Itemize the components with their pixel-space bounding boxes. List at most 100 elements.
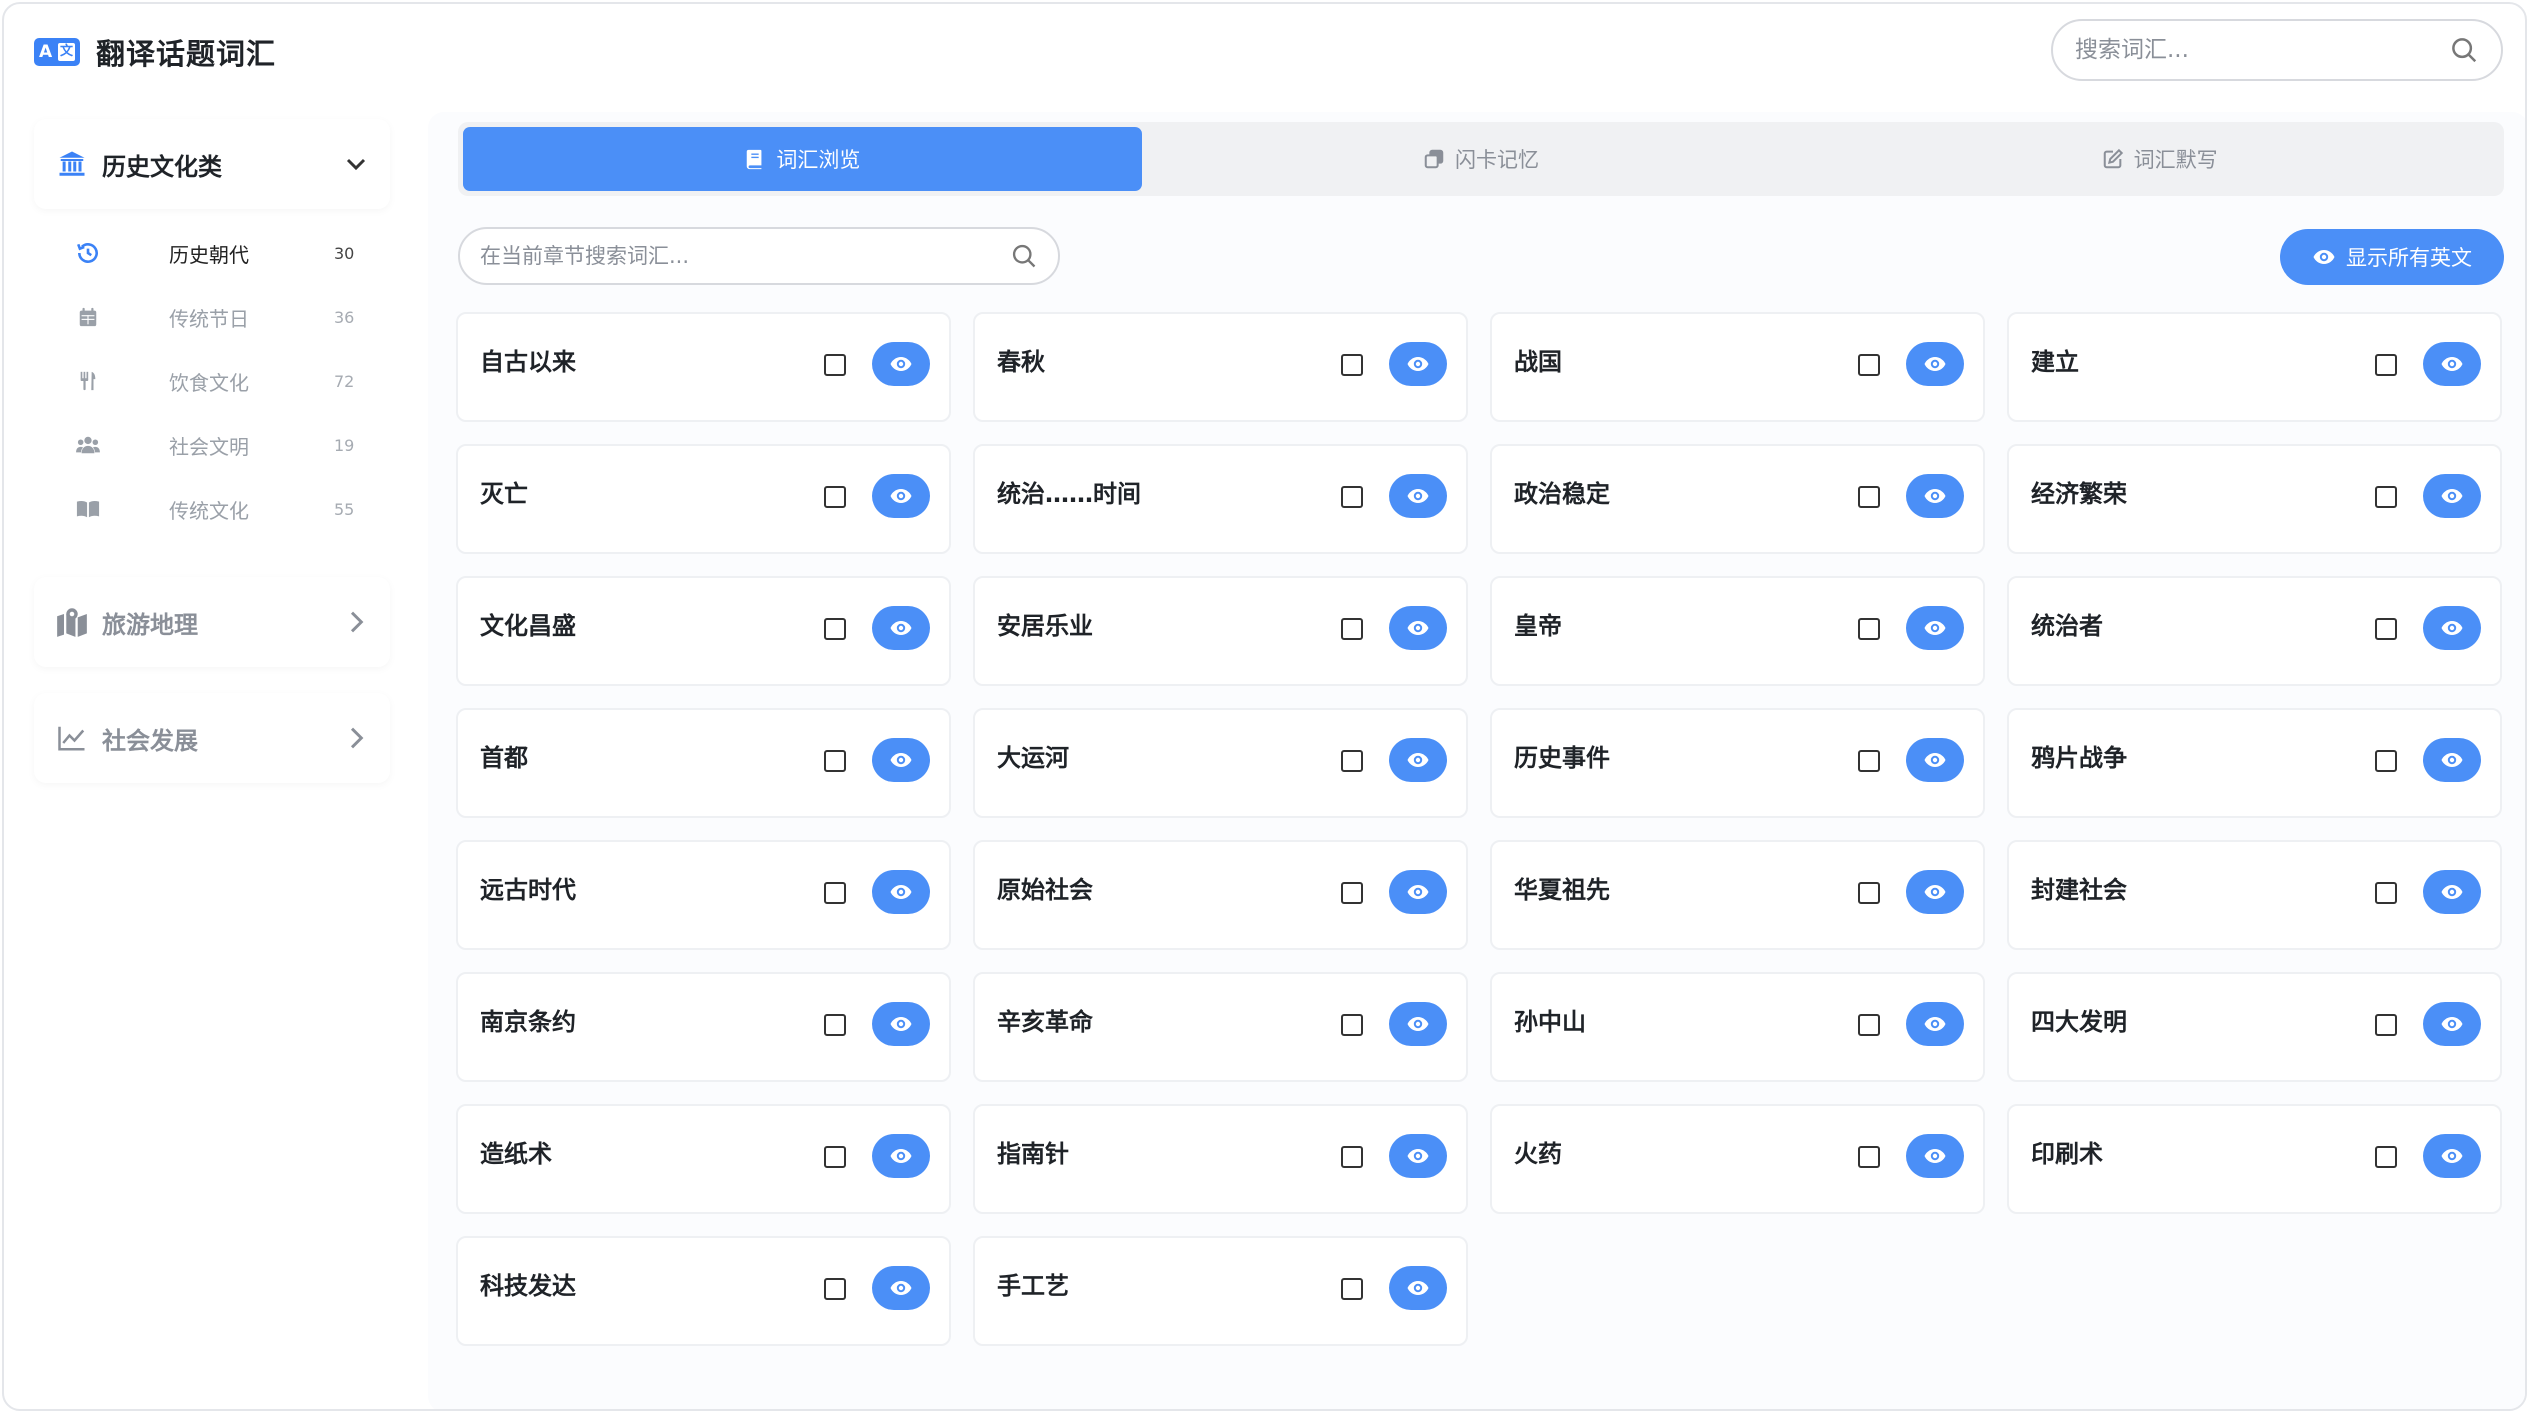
mark-checkbox[interactable] [1341, 1278, 1363, 1300]
section-item-festivals[interactable]: 传统节日 36 [34, 285, 390, 349]
show-english-button[interactable] [1906, 606, 1964, 650]
show-all-english-button[interactable]: 显示所有英文 [2280, 229, 2504, 285]
show-english-button[interactable] [1389, 474, 1447, 518]
word-card: 封建社会 [2007, 840, 2502, 950]
mark-checkbox[interactable] [824, 882, 846, 904]
show-english-button[interactable] [1906, 738, 1964, 782]
cards-icon [1424, 149, 1444, 169]
mark-checkbox[interactable] [824, 354, 846, 376]
mark-checkbox[interactable] [2375, 354, 2397, 376]
word-card-grid: 自古以来 春秋 战国 建立 灭亡 统治……时间 政治稳定 经济繁荣 文化昌盛 安居乐业 皇帝 统治者首… [456, 312, 2506, 1346]
show-english-button[interactable] [2423, 474, 2481, 518]
word-card: 战国 [1490, 312, 1985, 422]
mark-checkbox[interactable] [1341, 354, 1363, 376]
show-english-button[interactable] [2423, 738, 2481, 782]
word-card: 春秋 [973, 312, 1468, 422]
section-count: 30 [334, 243, 355, 263]
mark-checkbox[interactable] [1341, 1014, 1363, 1036]
mark-checkbox[interactable] [2375, 1014, 2397, 1036]
chevron-right-icon[interactable] [340, 606, 372, 638]
show-english-button[interactable] [872, 342, 930, 386]
show-english-button[interactable] [2423, 606, 2481, 650]
tab-dictation[interactable]: 词汇默写 [1820, 127, 2499, 191]
section-item-traditional-culture[interactable]: 传统文化 55 [34, 477, 390, 541]
show-english-button[interactable] [1389, 342, 1447, 386]
mark-checkbox[interactable] [1341, 618, 1363, 640]
category-label: 旅游地理 [102, 610, 198, 639]
eye-icon [890, 621, 912, 635]
show-english-button[interactable] [1906, 1134, 1964, 1178]
mark-checkbox[interactable] [1858, 882, 1880, 904]
sidebar-category-history-culture[interactable]: 历史文化类 [34, 119, 390, 209]
mark-checkbox[interactable] [1858, 750, 1880, 772]
show-english-button[interactable] [2423, 1002, 2481, 1046]
mark-checkbox[interactable] [2375, 486, 2397, 508]
sidebar-category-social-development[interactable]: 社会发展 [34, 693, 390, 783]
word-card: 大运河 [973, 708, 1468, 818]
mark-checkbox[interactable] [1858, 1014, 1880, 1036]
mark-checkbox[interactable] [1341, 1146, 1363, 1168]
mark-checkbox[interactable] [824, 486, 846, 508]
search-icon[interactable] [1010, 242, 1038, 270]
section-item-food[interactable]: 饮食文化 72 [34, 349, 390, 413]
mark-checkbox[interactable] [2375, 618, 2397, 640]
tab-label: 闪卡记忆 [1455, 148, 1539, 172]
mark-checkbox[interactable] [1341, 750, 1363, 772]
chapter-search-box [458, 227, 1060, 285]
chevron-right-icon[interactable] [340, 722, 372, 754]
show-english-button[interactable] [872, 870, 930, 914]
show-english-button[interactable] [1389, 1266, 1447, 1310]
show-english-button[interactable] [1906, 474, 1964, 518]
chapter-search-input[interactable] [480, 244, 1010, 268]
mark-checkbox[interactable] [824, 750, 846, 772]
show-english-button[interactable] [872, 738, 930, 782]
word-card: 灭亡 [456, 444, 951, 554]
mark-checkbox[interactable] [824, 618, 846, 640]
mark-checkbox[interactable] [1341, 882, 1363, 904]
tab-browse[interactable]: 词汇浏览 [463, 127, 1142, 191]
eye-icon [890, 1281, 912, 1295]
show-english-button[interactable] [1389, 870, 1447, 914]
word-text: 统治者 [2031, 612, 2103, 640]
show-english-button[interactable] [1389, 1002, 1447, 1046]
show-english-button[interactable] [1389, 738, 1447, 782]
show-english-button[interactable] [2423, 342, 2481, 386]
global-search-input[interactable] [2075, 37, 2449, 63]
show-english-button[interactable] [1389, 606, 1447, 650]
show-english-button[interactable] [872, 1134, 930, 1178]
section-item-dynasties[interactable]: 历史朝代 30 [34, 221, 390, 285]
word-card: 四大发明 [2007, 972, 2502, 1082]
show-english-button[interactable] [2423, 1134, 2481, 1178]
mark-checkbox[interactable] [1858, 1146, 1880, 1168]
show-english-button[interactable] [872, 1266, 930, 1310]
show-english-button[interactable] [1906, 1002, 1964, 1046]
mark-checkbox[interactable] [2375, 750, 2397, 772]
show-english-button[interactable] [872, 474, 930, 518]
eye-icon [890, 753, 912, 767]
mark-checkbox[interactable] [824, 1146, 846, 1168]
show-english-button[interactable] [2423, 870, 2481, 914]
mark-checkbox[interactable] [824, 1014, 846, 1036]
show-english-button[interactable] [1906, 870, 1964, 914]
app-brand: A 文 翻译话题词汇 [34, 34, 276, 71]
mark-checkbox[interactable] [824, 1278, 846, 1300]
word-text: 统治……时间 [997, 480, 1141, 508]
show-english-button[interactable] [872, 606, 930, 650]
show-english-button[interactable] [1906, 342, 1964, 386]
chevron-down-icon[interactable] [340, 148, 372, 180]
mark-checkbox[interactable] [1858, 486, 1880, 508]
tab-flashcards[interactable]: 闪卡记忆 [1142, 127, 1821, 191]
search-icon[interactable] [2449, 35, 2479, 65]
show-english-button[interactable] [1389, 1134, 1447, 1178]
mark-checkbox[interactable] [1858, 354, 1880, 376]
eye-icon [2313, 250, 2335, 264]
book-icon [747, 149, 762, 170]
mark-checkbox[interactable] [2375, 1146, 2397, 1168]
mark-checkbox[interactable] [2375, 882, 2397, 904]
map-icon [56, 606, 88, 638]
show-english-button[interactable] [872, 1002, 930, 1046]
sidebar-category-travel-geography[interactable]: 旅游地理 [34, 577, 390, 667]
mark-checkbox[interactable] [1341, 486, 1363, 508]
section-item-civilization[interactable]: 社会文明 19 [34, 413, 390, 477]
mark-checkbox[interactable] [1858, 618, 1880, 640]
